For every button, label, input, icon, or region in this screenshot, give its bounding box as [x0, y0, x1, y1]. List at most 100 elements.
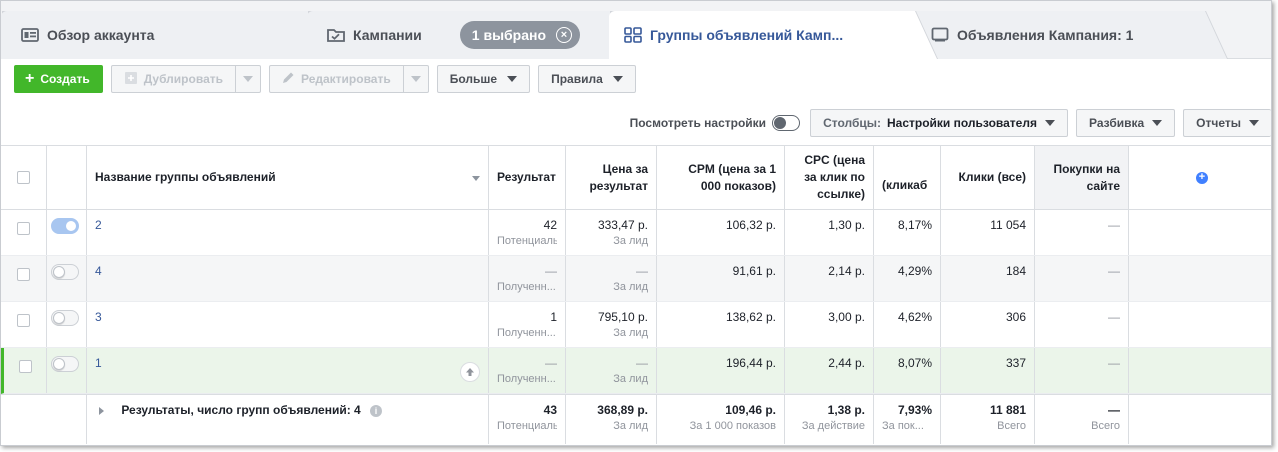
table-controls: Посмотреть настройки Столбцы: Настройки … — [630, 109, 1271, 137]
column-header-purchases-label: Покупки на сайте — [1053, 161, 1120, 193]
cpc-value: 2,14 р. — [828, 264, 865, 278]
ad-set-name-link[interactable]: 1 — [95, 356, 102, 370]
row-results-cell: 42 Потенциальн... — [489, 210, 566, 255]
row-checkbox[interactable] — [17, 222, 30, 235]
sort-caret-icon[interactable] — [472, 176, 480, 181]
row-clicks-cell: 11 054 — [941, 210, 1035, 255]
column-header-cost-per-result[interactable]: Цена за результат — [566, 146, 657, 209]
row-checkbox[interactable] — [18, 360, 32, 373]
row-select-cell — [4, 348, 47, 393]
ctr-value: 4,62% — [897, 310, 932, 324]
totals-label-cell: Результаты, число групп объявлений: 4 i — [87, 395, 489, 444]
row-status-toggle[interactable] — [51, 356, 79, 372]
row-cost-cell: — За лид — [566, 256, 657, 301]
row-name-cell: 1 — [87, 348, 489, 393]
purchases-value: — — [1108, 218, 1120, 232]
tab-account-overview[interactable]: Обзор аккаунта — [1, 11, 331, 59]
totals-row: Результаты, число групп объявлений: 4 i … — [1, 394, 1271, 444]
row-select-cell — [1, 210, 47, 255]
column-header-cpc[interactable]: CPC (цена за клик по ссылке) — [785, 146, 874, 209]
table-row[interactable]: 3 1 Полученн... 795,10 р. За лид 138,62 р.… — [1, 302, 1271, 348]
tab-campaigns[interactable]: Кампании 1 выбрано × — [307, 11, 633, 59]
expand-caret-icon[interactable] — [99, 406, 104, 415]
tab-ads[interactable]: Объявления Кампания: 1 — [911, 11, 1227, 59]
row-ctr-cell: 4,62% — [874, 302, 941, 347]
account-overview-icon — [21, 27, 39, 43]
upload-arrow-icon[interactable] — [460, 362, 480, 382]
table-row[interactable]: 2 42 Потенциальн... 333,47 р. За лид 106,3… — [1, 210, 1271, 256]
ad-set-name-link[interactable]: 2 — [95, 218, 102, 232]
row-ctr-cell: 8,07% — [874, 348, 941, 393]
clear-selection-icon[interactable]: × — [556, 27, 573, 43]
row-status-toggle[interactable] — [51, 310, 79, 326]
tab-bar: Обзор аккаунта Кампании 1 выбрано × Груп… — [1, 1, 1271, 60]
cost-value: — — [636, 356, 648, 370]
edit-dropdown-button[interactable] — [403, 65, 429, 93]
totals-cost: 368,89 р. — [597, 403, 648, 417]
table-row[interactable]: 4 — Полученн... — За лид 91,61 р. 2,14 р. … — [1, 256, 1271, 302]
row-checkbox[interactable] — [17, 314, 30, 327]
row-status-toggle[interactable] — [51, 218, 79, 234]
columns-button[interactable]: Столбцы: Настройки пользователя — [810, 109, 1068, 137]
row-select-cell — [1, 256, 47, 301]
totals-cost-sub: За лид — [613, 420, 648, 432]
row-status-toggle[interactable] — [51, 264, 79, 280]
results-sub: Полученн... — [497, 373, 556, 385]
table-row[interactable]: 1 — Полученн... — За лид 196,44 р. 2,44 р.… — [1, 348, 1271, 394]
totals-results-cell: 43 Потенциальн... — [489, 395, 566, 444]
column-header-name[interactable]: Название группы объявлений — [87, 146, 489, 209]
totals-purchases-cell: — Всего — [1035, 395, 1129, 444]
row-ctr-cell: 4,29% — [874, 256, 941, 301]
row-checkbox[interactable] — [17, 268, 30, 281]
columns-prefix: Столбцы: — [823, 116, 881, 130]
select-all-cell — [1, 146, 47, 209]
ad-set-name-link[interactable]: 3 — [95, 310, 102, 324]
totals-clicks-cell: 11 881 Всего — [941, 395, 1035, 444]
column-header-results[interactable]: Результат — [489, 146, 566, 209]
row-cpc-cell: 3,00 р. — [785, 302, 874, 347]
totals-label: Результаты, число групп объявлений: 4 — [121, 403, 361, 417]
tab-ad-sets[interactable]: Группы объявлений Камп... — [609, 11, 937, 60]
select-all-checkbox[interactable] — [17, 171, 30, 184]
caret-down-icon — [612, 76, 623, 82]
ad-set-name-link[interactable]: 4 — [95, 264, 102, 278]
cost-value: 795,10 р. — [597, 310, 648, 324]
caret-down-icon — [1152, 120, 1163, 126]
tab-ad-sets-label: Группы объявлений Камп... — [650, 27, 844, 43]
view-settings: Посмотреть настройки — [630, 115, 801, 131]
caret-down-icon — [507, 76, 518, 82]
more-button[interactable]: Больше — [436, 65, 531, 93]
row-clicks-cell: 184 — [941, 256, 1035, 301]
edit-button-group: Редактировать — [269, 65, 429, 93]
totals-ctr: 7,93% — [897, 403, 932, 417]
duplicate-dropdown-button[interactable] — [236, 65, 261, 93]
edit-button[interactable]: Редактировать — [269, 65, 404, 93]
view-settings-toggle[interactable] — [772, 115, 801, 131]
breakdown-button[interactable]: Разбивка — [1075, 109, 1176, 137]
column-header-purchases[interactable]: Покупки на сайте — [1035, 146, 1129, 209]
totals-ctr-cell: 7,93% За пок... — [874, 395, 941, 444]
row-clicks-cell: 306 — [941, 302, 1035, 347]
selected-count-pill[interactable]: 1 выбрано × — [459, 21, 581, 49]
rules-button[interactable]: Правила — [538, 65, 636, 93]
column-header-cpm[interactable]: CPM (цена за 1 000 показов) — [657, 146, 785, 209]
column-header-name-label: Название группы объявлений — [95, 170, 276, 184]
create-button[interactable]: + Создать — [14, 65, 103, 93]
duplicate-button[interactable]: Дублировать — [110, 65, 236, 93]
row-purchases-cell: — — [1035, 348, 1129, 393]
pencil-icon — [282, 71, 295, 87]
add-column-icon[interactable]: + — [1196, 171, 1208, 184]
totals-clicks: 11 881 — [989, 403, 1026, 417]
reports-button[interactable]: Отчеты — [1183, 109, 1271, 137]
purchases-value: — — [1108, 310, 1120, 324]
column-header-clicks[interactable]: Клики (все) — [941, 146, 1035, 209]
row-cpm-cell: 91,61 р. — [657, 256, 785, 301]
info-icon[interactable]: i — [370, 405, 383, 417]
row-name-cell: 2 — [87, 210, 489, 255]
rules-button-label: Правила — [551, 72, 603, 86]
column-header-ctr[interactable]: (кликаб — [874, 146, 941, 209]
totals-ctr-sub: За пок... — [882, 420, 924, 432]
totals-results-sub: Потенциальн... — [497, 420, 557, 432]
row-select-cell — [1, 302, 47, 347]
row-clicks-cell: 337 — [941, 348, 1035, 393]
